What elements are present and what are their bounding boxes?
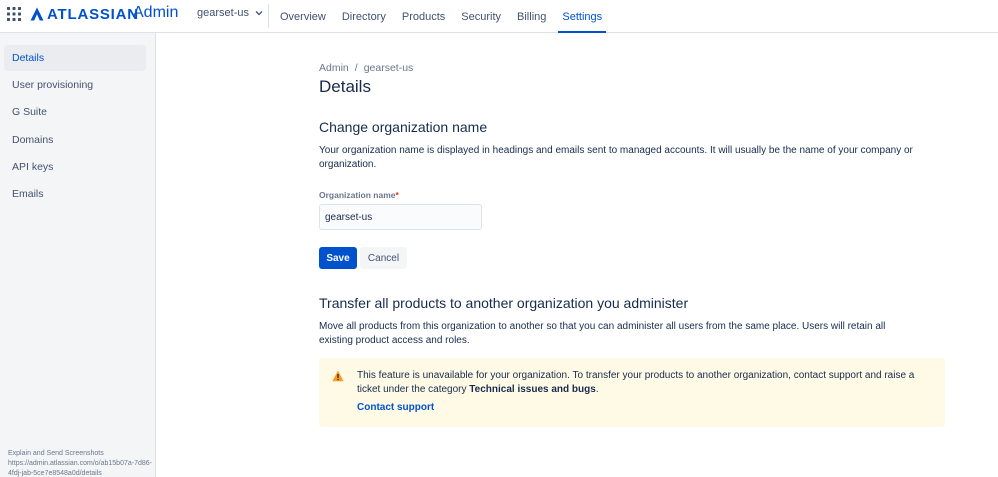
org-name-label-text: Organization name (319, 190, 396, 200)
chevron-down-icon (255, 11, 263, 16)
contact-support-link[interactable]: Contact support (357, 402, 434, 413)
warning-icon (332, 370, 344, 382)
nav-links: Overview Directory Products Security Bil… (272, 0, 610, 33)
logo-text: ATLASSIAN (47, 5, 139, 23)
sidebar-item-emails[interactable]: Emails (4, 181, 146, 207)
sidebar-item-domains[interactable]: Domains (4, 127, 146, 153)
nav-overview[interactable]: Overview (272, 0, 334, 33)
sidebar-item-details[interactable]: Details (4, 45, 146, 71)
footer-url: https://admin.atlassian.com/o/ab15b07a-7… (8, 460, 152, 477)
org-name-label: Organization name* (319, 190, 399, 200)
nav-directory[interactable]: Directory (334, 0, 394, 33)
nav-settings[interactable]: Settings (554, 0, 610, 33)
product-name[interactable]: Admin (133, 4, 178, 22)
required-mark: * (395, 190, 399, 200)
app-switcher-grid-icon[interactable] (7, 7, 21, 21)
warning-text-end: . (595, 384, 599, 395)
transfer-description: Move all products from this organization… (319, 321, 886, 346)
sidebar: Details User provisioning G Suite Domain… (0, 33, 156, 477)
footer-caption: Explain and Send Screenshots (8, 450, 104, 457)
nav-products[interactable]: Products (394, 0, 453, 33)
warning-text-main: This feature is unavailable for your org… (357, 370, 915, 395)
nav-billing[interactable]: Billing (509, 0, 554, 33)
change-name-description: Your organization name is displayed in h… (319, 145, 913, 170)
atlassian-logo-icon (30, 7, 44, 21)
warning-text: This feature is unavailable for your org… (357, 369, 927, 397)
transfer-heading: Transfer all products to another organiz… (319, 295, 689, 311)
org-switcher[interactable]: gearset-us (197, 7, 263, 19)
nav-security[interactable]: Security (453, 0, 509, 33)
sidebar-item-api-keys[interactable]: API keys (4, 154, 146, 180)
change-name-heading: Change organization name (319, 119, 488, 135)
cancel-button[interactable]: Cancel (360, 247, 407, 269)
top-navigation: ATLASSIAN Admin gearset-us Overview Dire… (0, 0, 998, 33)
org-switcher-label: gearset-us (197, 7, 249, 19)
sidebar-item-g-suite[interactable]: G Suite (4, 99, 146, 125)
atlassian-logo[interactable]: ATLASSIAN (30, 5, 139, 23)
breadcrumb: Admin / gearset-us (319, 62, 413, 74)
page-title: Details (319, 77, 371, 96)
breadcrumb-separator: / (354, 62, 358, 74)
sidebar-item-user-provisioning[interactable]: User provisioning (4, 72, 146, 98)
breadcrumb-org[interactable]: gearset-us (364, 62, 414, 74)
org-name-input[interactable] (319, 204, 482, 230)
warning-category: Technical issues and bugs (469, 384, 596, 395)
nav-divider (268, 4, 269, 28)
warning-section-message: This feature is unavailable for your org… (319, 358, 945, 427)
screenshot-footer: Explain and Send Screenshots https://adm… (8, 449, 155, 477)
breadcrumb-admin[interactable]: Admin (319, 62, 349, 74)
save-button[interactable]: Save (319, 247, 357, 269)
